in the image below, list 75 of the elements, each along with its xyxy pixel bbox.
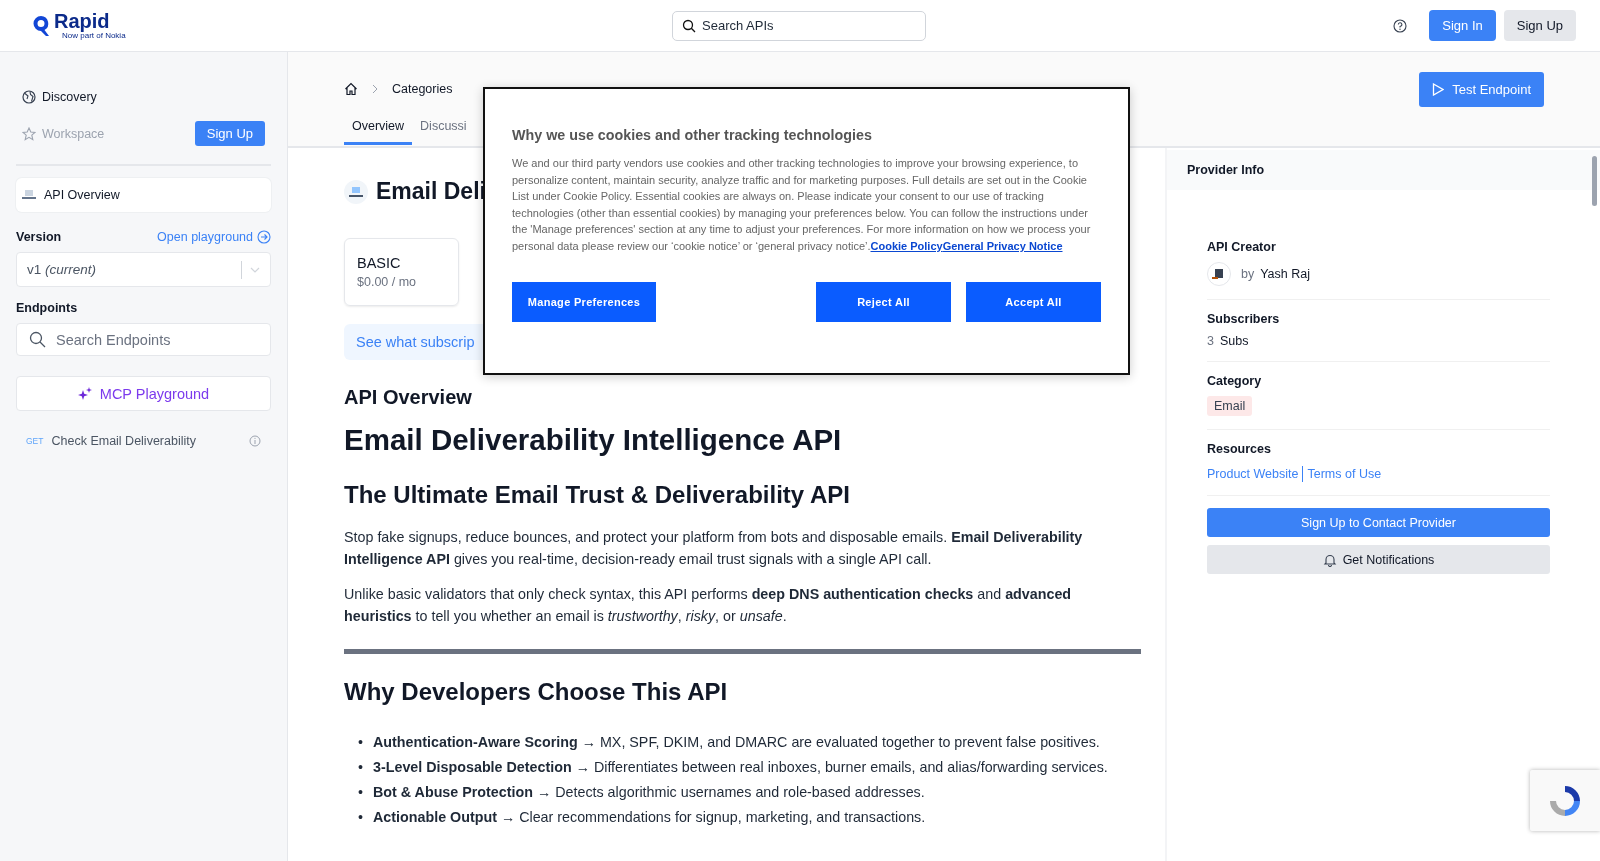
- bullet: •: [358, 758, 363, 777]
- bullet: •: [358, 783, 363, 802]
- reject-all-button[interactable]: Reject All: [816, 281, 951, 322]
- chevron-right-icon: [372, 84, 378, 94]
- creator-name[interactable]: Yash Raj: [1260, 267, 1310, 281]
- recaptcha-badge[interactable]: [1530, 770, 1600, 831]
- version-label: Version: [16, 230, 62, 244]
- bell-icon: [1322, 552, 1337, 567]
- sign-up-button[interactable]: Sign Up: [194, 121, 265, 146]
- mcp-playground-button[interactable]: MCP Playground: [16, 376, 271, 411]
- arrow-circle-icon: [257, 230, 271, 244]
- list-item: Bot & Abuse Protection → Detects algorithmic usernames and role-based addresses.: [373, 783, 925, 802]
- contact-provider-button[interactable]: Sign Up to Contact Provider: [1207, 508, 1550, 537]
- field-label: Subscribers: [1207, 312, 1281, 326]
- paragraph: Stop fake signups, reduce bounces, and protect your platform from bots and disposable emails. Email Deliverability Intelligence API gives you real-time, decision-ready email trust signals with a single API call.: [344, 528, 1084, 569]
- api-heading: Email Deliverability Intelligence API: [344, 423, 843, 457]
- api-logo-icon: [344, 179, 368, 204]
- avatar-icon: [1207, 262, 1231, 286]
- subscriber-unit: Subs: [1219, 334, 1249, 348]
- field-label: Category: [1207, 374, 1263, 388]
- sign-in-button[interactable]: Sign In: [1429, 10, 1496, 41]
- http-method-label: GET: [26, 436, 44, 446]
- endpoints-label: Endpoints: [16, 301, 78, 315]
- notifications-button[interactable]: Get Notifications: [1207, 545, 1550, 574]
- tab[interactable]: Overview: [344, 115, 413, 145]
- nav-item[interactable]: Discovery: [42, 89, 97, 104]
- section-heading: Why Developers Choose This API: [344, 678, 729, 706]
- sign-up-button[interactable]: Sign Up: [1503, 10, 1576, 41]
- dialog-title: Why we use cookies and other tracking technologies: [512, 127, 873, 143]
- policy-link[interactable]: General Privacy Notice: [942, 239, 1063, 252]
- globe-icon: [22, 89, 36, 104]
- panel-title: Provider Info: [1167, 150, 1600, 190]
- logo-icon: [32, 14, 50, 37]
- list-item: 3-Level Disposable Detection → Differentiates between real inboxes, burner emails, and alias/forwarding services.: [373, 758, 1108, 777]
- resource-link[interactable]: Terms of Use: [1307, 467, 1382, 481]
- by-label: by: [1241, 267, 1255, 281]
- subscriber-count: 3: [1207, 334, 1214, 348]
- endpoint-search-field[interactable]: Search Endpoints: [16, 323, 271, 356]
- api-title: Email Deli: [376, 178, 486, 205]
- field-label: Resources: [1207, 442, 1272, 456]
- plan-card[interactable]: BASIC $0.00 / mo: [344, 238, 459, 306]
- chevron-down-icon: [250, 266, 260, 273]
- dialog-text: We and our third party vendors use cookies and other tracking technologies to improve your browsing experience, to personalize content, maintain security, analyze traffic and for marketing purposes. Full details are set out in the Cookie List under Cookie Policy. Essential cookies are always on. Please indicate your consent to our use of tracking technologies (other than essential cookies) by managing your preferences below. You can follow the instructions under the 'Manage preferences' section at any time to adjust your preferences. For more information on how we process your personal data please review our ‘cookie notice’ or ‘general privacy notice’.Cookie PolicyGeneral Privacy Notice: [512, 156, 1092, 254]
- field-label: API Creator: [1207, 240, 1277, 254]
- category-tag[interactable]: Email: [1207, 396, 1253, 416]
- search-field[interactable]: Search APIs: [672, 10, 926, 41]
- bullet: •: [358, 733, 363, 752]
- version-select[interactable]: v1 (current): [16, 252, 271, 287]
- star-icon: [22, 126, 36, 141]
- help-icon[interactable]: [1393, 18, 1408, 33]
- api-logo-icon: [22, 190, 36, 200]
- sparkle-icon: [77, 386, 92, 401]
- paragraph: Unlike basic validators that only check syntax, this API performs deep DNS authentication checks and advanced heuristics to tell you whether an email is trustworthy, risky, or unsafe.: [344, 585, 1073, 626]
- scrollbar[interactable]: [1592, 156, 1597, 206]
- accept-all-button[interactable]: Accept All: [966, 281, 1101, 322]
- plan-name: BASIC: [357, 255, 402, 271]
- logo-tagline: Now part of Nokia: [62, 31, 126, 40]
- list-item: Authentication-Aware Scoring → MX, SPF, DKIM, and DMARC are evaluated together to prevent false positives.: [373, 733, 1100, 752]
- test-endpoint-button[interactable]: Test Endpoint: [1419, 72, 1544, 107]
- home-icon[interactable]: [344, 82, 358, 96]
- breadcrumb-link[interactable]: Categories: [392, 82, 453, 96]
- resource-link[interactable]: Product Website: [1207, 467, 1299, 481]
- bullet: •: [358, 808, 363, 827]
- endpoint-item[interactable]: Check Email Deliverability: [51, 434, 196, 448]
- policy-link[interactable]: Cookie Policy: [870, 239, 943, 252]
- tab[interactable]: Discussi: [412, 115, 475, 145]
- list-item: Actionable Output → Clear recommendations for signup, marketing, and transactions.: [373, 808, 926, 827]
- api-overview-item[interactable]: API Overview: [16, 178, 271, 212]
- logo-text[interactable]: Rapid: [54, 11, 126, 31]
- play-icon: [1432, 83, 1445, 96]
- manage-preferences-button[interactable]: Manage Preferences: [512, 281, 656, 322]
- section-label: API Overview: [344, 386, 473, 409]
- open-playground-link[interactable]: Open playground: [157, 230, 271, 244]
- plan-price: $0.00 / mo: [357, 275, 418, 289]
- section-heading: The Ultimate Email Trust & Deliverability API: [344, 481, 851, 509]
